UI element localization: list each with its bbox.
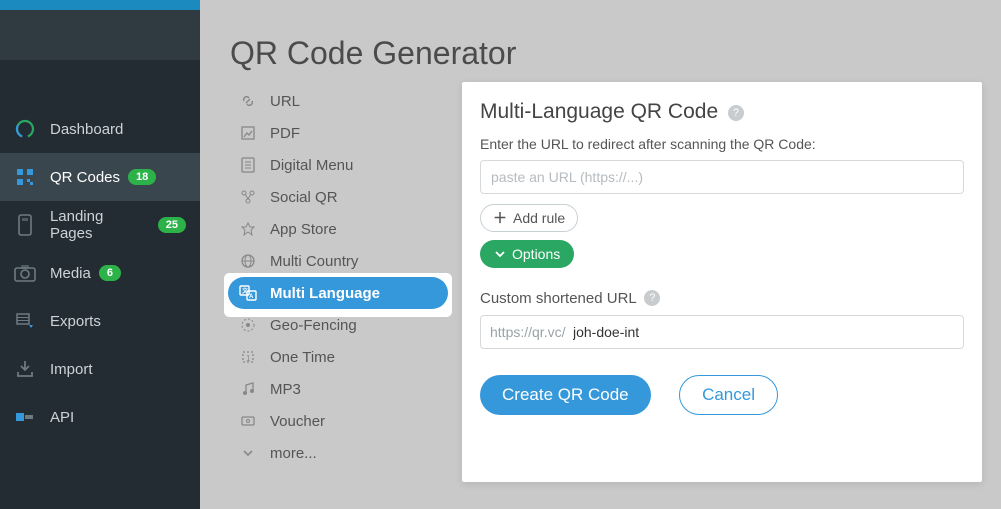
- type-digital-menu[interactable]: Digital Menu: [228, 149, 448, 181]
- sidebar-item-dashboard[interactable]: Dashboard: [0, 105, 200, 153]
- options-label: Options: [512, 246, 560, 262]
- panel-title-text: Multi-Language QR Code: [480, 100, 718, 123]
- chevron-down-icon: [238, 443, 258, 463]
- geo-icon: [238, 315, 258, 335]
- social-icon: [238, 187, 258, 207]
- sidebar-label: Dashboard: [50, 121, 123, 138]
- type-more[interactable]: more...: [228, 437, 448, 469]
- sidebar-label: API: [50, 409, 74, 426]
- sidebar-label: Import: [50, 361, 93, 378]
- type-label: One Time: [270, 349, 335, 366]
- sidebar-item-import[interactable]: Import: [0, 345, 200, 393]
- top-brand-strip: [0, 0, 200, 10]
- sidebar-label: QR Codes: [50, 169, 120, 186]
- type-url[interactable]: URL: [228, 85, 448, 117]
- type-label: App Store: [270, 221, 337, 238]
- type-label: Digital Menu: [270, 157, 353, 174]
- panel-title: Multi-Language QR Code ?: [480, 100, 964, 124]
- sidebar-label: Exports: [50, 313, 101, 330]
- type-label: MP3: [270, 381, 301, 398]
- onetime-icon: 1: [238, 347, 258, 367]
- short-url-label-text: Custom shortened URL: [480, 290, 636, 307]
- panel-subtitle: Enter the URL to redirect after scanning…: [480, 136, 964, 152]
- type-app-store[interactable]: App Store: [228, 213, 448, 245]
- export-icon: [14, 310, 36, 332]
- type-label: Social QR: [270, 189, 338, 206]
- type-label: PDF: [270, 125, 300, 142]
- add-rule-label: Add rule: [513, 210, 565, 226]
- sidebar-item-exports[interactable]: Exports: [0, 297, 200, 345]
- link-icon: [238, 91, 258, 111]
- url-input[interactable]: [480, 160, 964, 194]
- sidebar-item-api[interactable]: API: [0, 393, 200, 441]
- pdf-icon: [238, 123, 258, 143]
- language-icon: 文A: [238, 283, 258, 303]
- globe-icon: [238, 251, 258, 271]
- count-badge: 18: [128, 169, 156, 185]
- add-rule-button[interactable]: ＋ Add rule: [480, 204, 578, 232]
- type-social-qr[interactable]: Social QR: [228, 181, 448, 213]
- main-area: QR Code Generator URL PDF Digital Menu S…: [200, 0, 1001, 509]
- sidebar-label: Media: [50, 265, 91, 282]
- chevron-down-icon: [494, 248, 506, 260]
- sidebar-label: Landing Pages: [50, 208, 150, 242]
- cancel-button[interactable]: Cancel: [679, 375, 778, 415]
- menu-icon: [238, 155, 258, 175]
- count-badge: 25: [158, 217, 186, 233]
- qr-type-list: URL PDF Digital Menu Social QR App Store…: [228, 85, 448, 469]
- api-icon: [14, 406, 36, 428]
- help-icon[interactable]: ?: [644, 290, 660, 306]
- dashboard-icon: [14, 118, 36, 140]
- type-one-time[interactable]: 1 One Time: [228, 341, 448, 373]
- type-label: Voucher: [270, 413, 325, 430]
- sidebar: Dashboard QR Codes 18 Landing Pages 25 M…: [0, 0, 200, 509]
- sidebar-item-media[interactable]: Media 6: [0, 249, 200, 297]
- type-mp3[interactable]: MP3: [228, 373, 448, 405]
- appstore-icon: [238, 219, 258, 239]
- options-button[interactable]: Options: [480, 240, 574, 268]
- type-label: more...: [270, 445, 317, 462]
- config-panel: Multi-Language QR Code ? Enter the URL t…: [462, 82, 982, 482]
- create-qr-button[interactable]: Create QR Code: [480, 375, 651, 415]
- svg-text:1: 1: [246, 354, 251, 363]
- import-icon: [14, 358, 36, 380]
- top-secondary-strip: [0, 10, 200, 60]
- svg-text:A: A: [249, 294, 254, 300]
- type-voucher[interactable]: Voucher: [228, 405, 448, 437]
- type-geo-fencing[interactable]: Geo-Fencing: [228, 309, 448, 341]
- short-url-input[interactable]: [480, 315, 964, 349]
- type-label: Geo-Fencing: [270, 317, 357, 334]
- help-icon[interactable]: ?: [728, 105, 744, 121]
- count-badge: 6: [99, 265, 121, 281]
- type-multi-country[interactable]: Multi Country: [228, 245, 448, 277]
- voucher-icon: [238, 411, 258, 431]
- sidebar-nav: Dashboard QR Codes 18 Landing Pages 25 M…: [0, 105, 200, 441]
- plus-icon: ＋: [493, 208, 507, 228]
- landing-page-icon: [14, 214, 36, 236]
- qr-icon: [14, 166, 36, 188]
- sidebar-item-qr-codes[interactable]: QR Codes 18: [0, 153, 200, 201]
- type-label: URL: [270, 93, 300, 110]
- type-multi-language[interactable]: 文A Multi Language: [228, 277, 448, 309]
- type-label: Multi Country: [270, 253, 358, 270]
- type-pdf[interactable]: PDF: [228, 117, 448, 149]
- svg-text:文: 文: [241, 287, 249, 295]
- sidebar-item-landing-pages[interactable]: Landing Pages 25: [0, 201, 200, 249]
- type-label: Multi Language: [270, 285, 380, 302]
- camera-icon: [14, 262, 36, 284]
- short-url-label: Custom shortened URL ?: [480, 290, 964, 307]
- music-icon: [238, 379, 258, 399]
